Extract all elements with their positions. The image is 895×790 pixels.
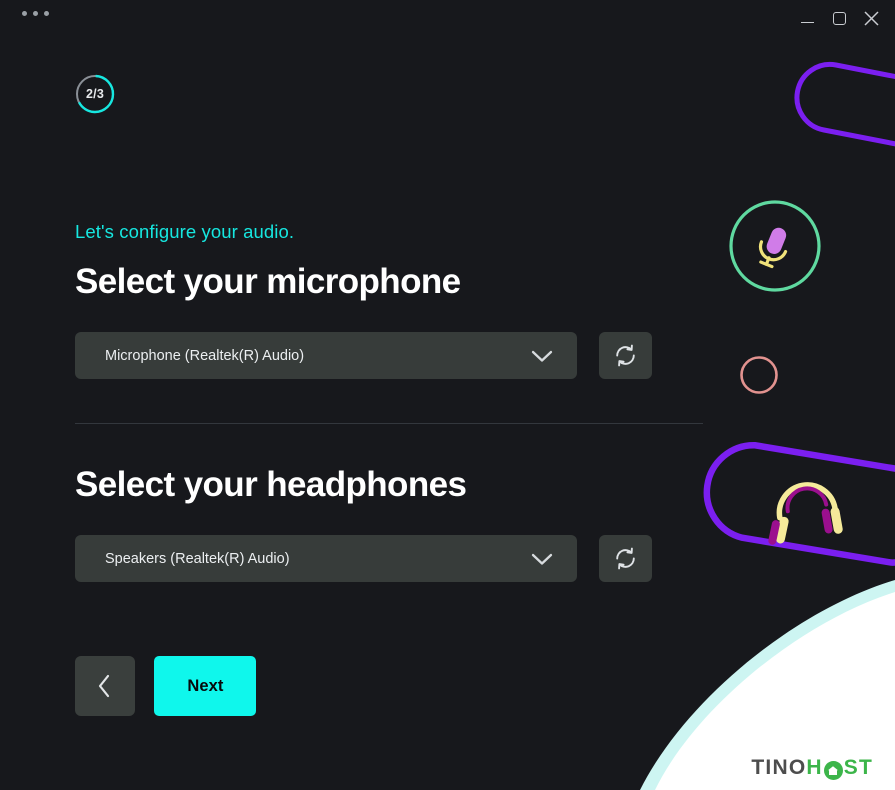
audio-setup-window: TINO H ST 2/3 Let's configure your audio… — [0, 0, 895, 790]
back-button[interactable] — [75, 656, 135, 716]
maximize-button[interactable] — [823, 4, 855, 32]
dot-1 — [22, 11, 27, 16]
microphone-decor-circle — [729, 200, 821, 292]
green-arc-decor — [866, 596, 895, 704]
step-label: 2/3 — [86, 87, 104, 101]
chevron-down-icon — [531, 332, 553, 379]
section-divider — [75, 423, 703, 424]
minimize-button[interactable] — [791, 4, 823, 32]
chevron-down-icon — [531, 535, 553, 582]
microphone-refresh-button[interactable] — [599, 332, 653, 379]
purple-pill-top — [794, 61, 895, 147]
microphone-select-value: Microphone (Realtek(R) Audio) — [105, 347, 305, 364]
close-icon — [863, 10, 879, 26]
page-subtitle: Let's configure your audio. — [75, 221, 295, 242]
logo-house-icon — [823, 760, 843, 780]
maximize-icon — [832, 11, 846, 25]
close-button[interactable] — [855, 4, 887, 32]
dot-3 — [44, 11, 49, 16]
minimize-icon — [800, 21, 814, 24]
small-circle-decor — [740, 356, 778, 394]
headphones-select[interactable]: Speakers (Realtek(R) Audio) — [75, 535, 577, 582]
refresh-icon — [599, 332, 652, 379]
microphone-select[interactable]: Microphone (Realtek(R) Audio) — [75, 332, 577, 379]
logo-text-h: H — [806, 756, 823, 779]
headphones-heading: Select your headphones — [75, 465, 467, 504]
title-bar — [0, 0, 895, 36]
refresh-icon — [599, 535, 652, 582]
logo-text-st: ST — [843, 756, 873, 779]
microphone-heading: Select your microphone — [75, 262, 461, 301]
logo-text-tino: TINO — [751, 756, 807, 779]
dot-2 — [33, 11, 38, 16]
three-dots-menu-icon[interactable] — [22, 11, 49, 16]
headphones-refresh-button[interactable] — [599, 535, 653, 582]
headphones-select-value: Speakers (Realtek(R) Audio) — [105, 550, 290, 567]
window-controls — [791, 4, 887, 32]
watermark-swoosh — [640, 580, 895, 790]
chevron-left-icon — [75, 656, 135, 716]
microphone-row: Microphone (Realtek(R) Audio) — [75, 332, 653, 379]
wizard-footer: Next — [75, 656, 257, 716]
step-indicator: 2/3 — [75, 74, 115, 114]
next-button[interactable]: Next — [154, 656, 257, 716]
headphones-decor-pill — [703, 441, 895, 566]
headphones-row: Speakers (Realtek(R) Audio) — [75, 535, 653, 582]
tinohost-logo: TINO H ST — [751, 756, 873, 780]
